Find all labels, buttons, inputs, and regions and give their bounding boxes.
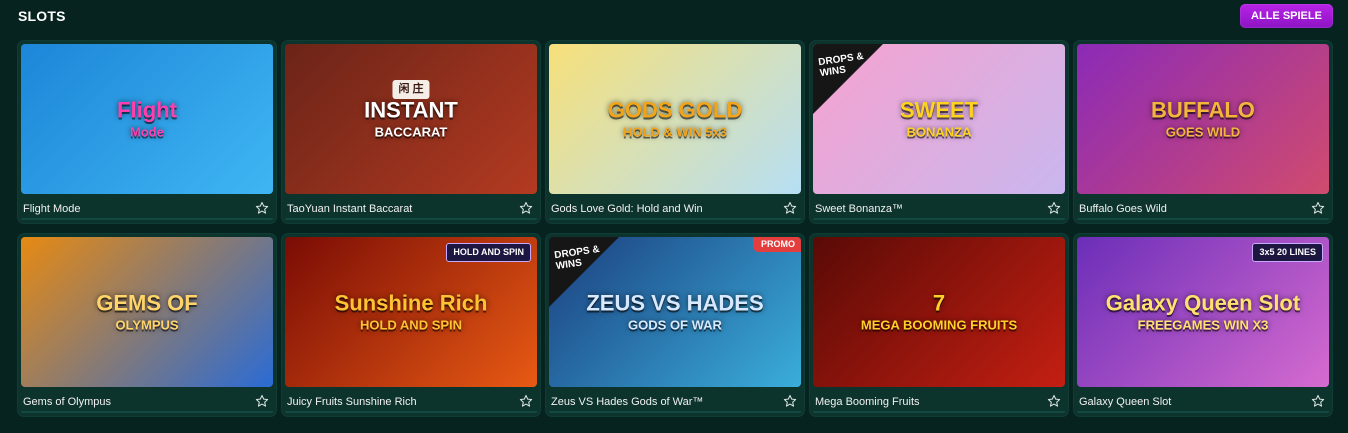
game-art-title: 7 MEGA BOOMING FRUITS <box>813 290 1065 333</box>
game-art-main-text: Galaxy Queen Slot <box>1105 290 1301 316</box>
card-divider <box>1077 411 1329 413</box>
game-art-subtitle: BACCARAT <box>374 124 448 140</box>
game-name[interactable]: TaoYuan Instant Baccarat <box>287 203 412 215</box>
favorite-star-icon[interactable] <box>255 201 269 215</box>
game-art-main-text: GEMS OF <box>96 290 198 316</box>
game-name[interactable]: Sweet Bonanza™ <box>815 203 903 215</box>
game-art-subtitle: GOES WILD <box>1165 124 1241 140</box>
card-divider <box>1077 218 1329 220</box>
game-art-subtitle: Mode <box>130 124 164 140</box>
game-art-title: Galaxy Queen Slot FREEGAMES WIN X3 <box>1077 290 1329 333</box>
game-art-subtitle: BONANZA <box>906 124 972 140</box>
game-thumbnail[interactable]: Galaxy Queen Slot FREEGAMES WIN X3 3x5 20 … <box>1077 237 1329 387</box>
game-name[interactable]: Gods Love Gold: Hold and Win <box>551 203 703 215</box>
game-art-main-text: Sunshine Rich <box>334 290 488 316</box>
game-thumbnail[interactable]: ZEUS VS HADES GODS OF WAR DROPS & WINS PROM… <box>549 237 801 387</box>
card-divider <box>285 218 537 220</box>
game-feature-badge: 3x5 20 LINES <box>1252 243 1323 262</box>
game-art-main-text: INSTANT <box>364 97 458 123</box>
favorite-star-icon[interactable] <box>1311 394 1325 408</box>
section-title: SLOTS <box>18 8 66 24</box>
card-divider <box>285 411 537 413</box>
game-name[interactable]: Galaxy Queen Slot <box>1079 396 1171 408</box>
game-card[interactable]: Flight Mode Flight Mode <box>18 41 276 223</box>
game-art-main-text: GODS GOLD <box>607 97 743 123</box>
favorite-star-icon[interactable] <box>255 394 269 408</box>
game-art-subtitle: FREEGAMES WIN X3 <box>1137 317 1269 333</box>
game-art-title: GEMS OF OLYMPUS <box>21 290 273 333</box>
favorite-star-icon[interactable] <box>783 394 797 408</box>
game-art-subtitle: MEGA BOOMING FRUITS <box>860 317 1018 333</box>
game-art-title: INSTANT BACCARAT <box>285 97 537 140</box>
games-grid: Flight Mode Flight Mode INSTANT BACCARAT 闲 庄T… <box>18 41 1332 416</box>
game-name[interactable]: Gems of Olympus <box>23 396 111 408</box>
game-thumbnail[interactable]: 7 MEGA BOOMING FRUITS <box>813 237 1065 387</box>
game-card[interactable]: BUFFALO GOES WILD Buffalo Goes Wild <box>1074 41 1332 223</box>
game-card[interactable]: ZEUS VS HADES GODS OF WAR DROPS & WINS PROM… <box>546 234 804 416</box>
favorite-star-icon[interactable] <box>783 201 797 215</box>
card-divider <box>549 411 801 413</box>
game-name[interactable]: Flight Mode <box>23 203 80 215</box>
game-art-main-text: Flight <box>117 97 177 123</box>
promo-badge: PROMO <box>752 237 801 252</box>
favorite-star-icon[interactable] <box>1047 201 1061 215</box>
card-divider <box>813 411 1065 413</box>
favorite-star-icon[interactable] <box>1047 394 1061 408</box>
game-art-subtitle: OLYMPUS <box>115 317 179 333</box>
game-card[interactable]: INSTANT BACCARAT 闲 庄 TaoYuan Instant Baccar… <box>282 41 540 223</box>
card-divider <box>549 218 801 220</box>
game-card[interactable]: Galaxy Queen Slot FREEGAMES WIN X3 3x5 20 … <box>1074 234 1332 416</box>
game-thumbnail[interactable]: Flight Mode <box>21 44 273 194</box>
game-art-main-text: BUFFALO <box>1151 97 1255 123</box>
game-card[interactable]: GEMS OF OLYMPUS Gems of Olympus <box>18 234 276 416</box>
game-thumbnail[interactable]: GEMS OF OLYMPUS <box>21 237 273 387</box>
game-art-subtitle: HOLD AND SPIN <box>359 317 463 333</box>
game-card[interactable]: Sunshine Rich HOLD AND SPIN HOLD AND SPIN J… <box>282 234 540 416</box>
card-divider <box>21 411 273 413</box>
game-thumbnail[interactable]: Sunshine Rich HOLD AND SPIN HOLD AND SPIN <box>285 237 537 387</box>
favorite-star-icon[interactable] <box>519 394 533 408</box>
game-card[interactable]: 7 MEGA BOOMING FRUITS Mega Booming Fruits <box>810 234 1068 416</box>
game-art-title: BUFFALO GOES WILD <box>1077 97 1329 140</box>
favorite-star-icon[interactable] <box>519 201 533 215</box>
game-feature-badge: HOLD AND SPIN <box>446 243 531 262</box>
all-games-button[interactable]: ALLE SPIELE <box>1240 4 1333 28</box>
game-art-main-text: 7 <box>932 290 946 316</box>
game-card[interactable]: GODS GOLD HOLD & WIN 5x3 Gods Love Gold: H… <box>546 41 804 223</box>
game-art-title: GODS GOLD HOLD & WIN 5x3 <box>549 97 801 140</box>
game-name[interactable]: Juicy Fruits Sunshine Rich <box>287 396 417 408</box>
game-art-main-text: SWEET <box>899 97 979 123</box>
favorite-star-icon[interactable] <box>1311 201 1325 215</box>
slots-header: SLOTS ALLE SPIELE <box>0 0 1348 34</box>
game-thumbnail[interactable]: BUFFALO GOES WILD <box>1077 44 1329 194</box>
game-art-subtitle: GODS OF WAR <box>628 317 722 333</box>
game-art-icon: 闲 庄 <box>392 80 430 99</box>
game-art-title: Sunshine Rich HOLD AND SPIN <box>285 290 537 333</box>
game-name[interactable]: Buffalo Goes Wild <box>1079 203 1167 215</box>
game-thumbnail[interactable]: GODS GOLD HOLD & WIN 5x3 <box>549 44 801 194</box>
game-art-title: Flight Mode <box>21 97 273 140</box>
game-name[interactable]: Zeus VS Hades Gods of War™ <box>551 396 703 408</box>
card-divider <box>21 218 273 220</box>
game-thumbnail[interactable]: SWEET BONANZA DROPS & WINS <box>813 44 1065 194</box>
game-thumbnail[interactable]: INSTANT BACCARAT 闲 庄 <box>285 44 537 194</box>
game-art-subtitle: HOLD & WIN 5x3 <box>622 124 727 140</box>
game-card[interactable]: SWEET BONANZA DROPS & WINS Sweet Bonanza™ <box>810 41 1068 223</box>
game-name[interactable]: Mega Booming Fruits <box>815 396 920 408</box>
card-divider <box>813 218 1065 220</box>
